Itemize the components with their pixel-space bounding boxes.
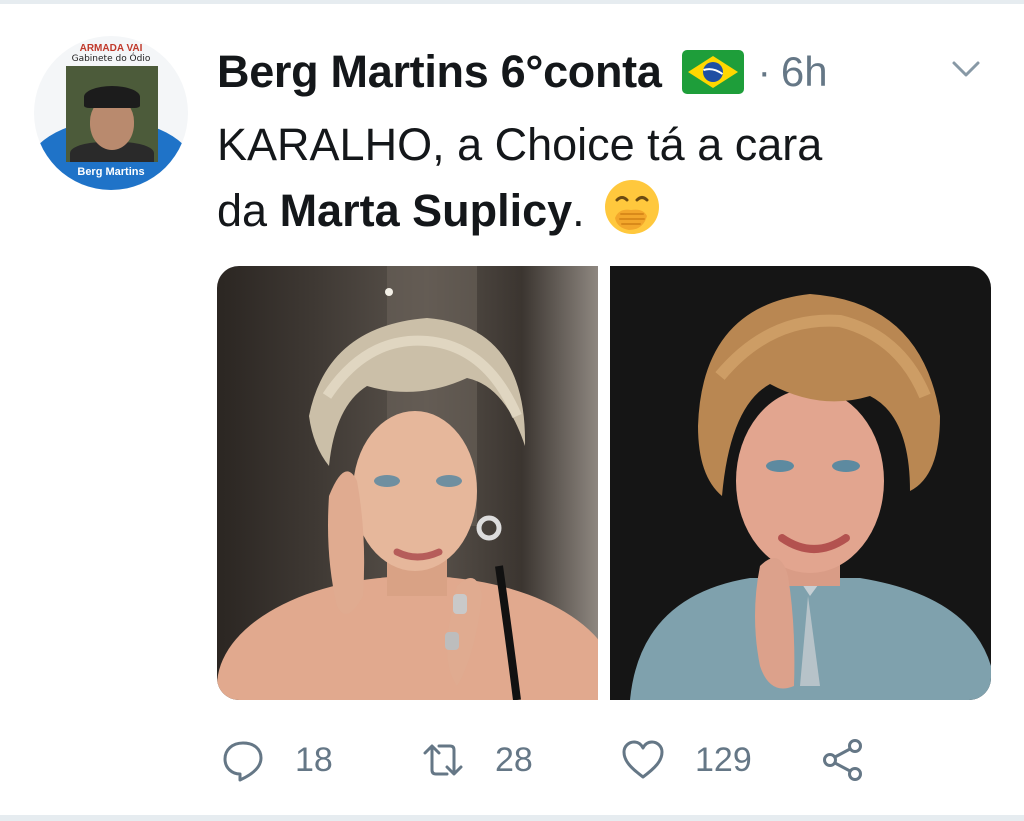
like-button[interactable]: 129 — [621, 730, 752, 790]
brazil-flag-icon — [681, 50, 744, 94]
tweet-actions: 18 28 129 — [217, 730, 897, 790]
face-with-hand-over-mouth-icon — [604, 180, 659, 234]
reply-button[interactable]: 18 — [221, 730, 333, 790]
tweet-text: KARALHO, a Choice tá a cara da Marta Sup… — [217, 112, 977, 244]
photo-right-drawing — [630, 294, 991, 700]
display-name[interactable]: Berg Martins 6°conta — [217, 46, 662, 98]
heart-icon — [622, 740, 664, 779]
mention-text: Marta Suplicy — [279, 185, 573, 236]
media-grid[interactable] — [217, 266, 991, 700]
photo-right[interactable] — [610, 266, 991, 700]
retweet-count: 28 — [495, 740, 533, 779]
share-button[interactable] — [821, 730, 865, 790]
tweet-text-line2: da Marta Suplicy. — [217, 178, 977, 244]
retweet-button[interactable]: 28 — [421, 730, 533, 790]
avatar[interactable]: ARMADA VAI Gabinete do Ódio Berg Martins — [34, 36, 188, 190]
avatar-name-plate: Berg Martins — [77, 166, 145, 178]
reply-count: 18 — [295, 740, 333, 779]
tweet-text-line1: KARALHO, a Choice tá a cara — [217, 119, 823, 170]
retweet-icon — [423, 744, 463, 776]
reply-icon — [223, 741, 263, 782]
tweet-header: Berg Martins 6°conta · 6h — [217, 42, 828, 102]
photo-left-drawing — [217, 266, 598, 700]
share-icon — [823, 739, 862, 781]
separator-dot: · — [757, 49, 771, 94]
chevron-down-icon[interactable] — [948, 54, 984, 84]
timestamp[interactable]: 6h — [781, 48, 828, 96]
bottom-divider — [0, 815, 1024, 821]
photo-left[interactable] — [217, 266, 598, 700]
like-count: 129 — [695, 740, 752, 779]
avatar-banner-subtext: Gabinete do Ódio — [71, 54, 151, 64]
avatar-photo — [66, 66, 158, 162]
top-divider — [0, 0, 1024, 4]
